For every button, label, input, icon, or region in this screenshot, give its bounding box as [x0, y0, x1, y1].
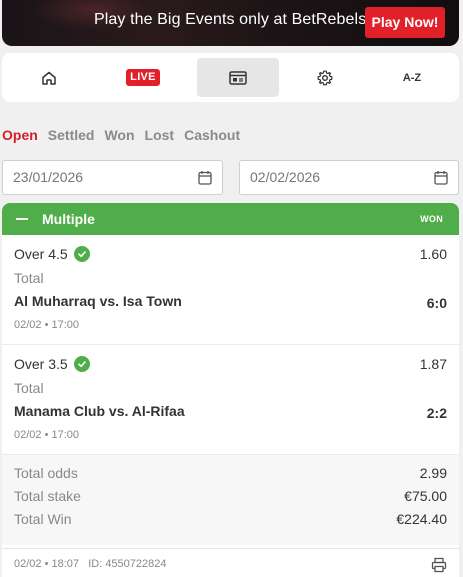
bet-type: Multiple	[42, 211, 95, 227]
print-icon[interactable]	[431, 557, 447, 573]
nav-settings[interactable]	[284, 58, 366, 97]
calendar-icon	[198, 171, 212, 185]
nav-home[interactable]	[8, 58, 90, 97]
banner-text: Play the Big Events only at BetRebels	[94, 11, 367, 28]
nav-live[interactable]: LIVE	[102, 58, 184, 97]
tab-open[interactable]: Open	[2, 127, 38, 143]
gear-icon	[317, 70, 333, 85]
match-time: 02/02 • 17:00	[14, 429, 80, 441]
collapse-icon[interactable]	[16, 218, 28, 220]
total-stake-row: Total stake €75.00	[14, 488, 447, 508]
play-now-button[interactable]: Play Now!	[365, 7, 445, 38]
date-to-value: 02/02/2026	[250, 169, 321, 185]
bet-card-header[interactable]: Multiple WON	[2, 203, 459, 235]
check-icon	[73, 246, 90, 262]
total-win-row: Total Win €224.40	[14, 511, 447, 531]
bet-summary: Total odds 2.99 Total stake €75.00 Total…	[2, 455, 459, 545]
top-navbar: LIVE A-Z	[2, 53, 459, 102]
total-win-value: €224.40	[396, 511, 447, 527]
home-icon	[42, 71, 56, 85]
selection-market: Over 4.5	[14, 246, 90, 262]
live-badge: LIVE	[126, 69, 160, 86]
az-label: A-Z	[402, 71, 422, 84]
nav-my-bets[interactable]	[197, 58, 279, 97]
selection-market: Over 3.5	[14, 356, 90, 372]
bet-meta: 02/02 • 18:07 ID: 4550722824	[14, 558, 167, 570]
match-name: Al Muharraq vs. Isa Town	[14, 293, 182, 309]
match-score: 2:2	[426, 405, 447, 421]
betslip-icon	[229, 70, 247, 85]
date-to-input[interactable]: 02/02/2026	[239, 160, 459, 195]
market-name: Over 4.5	[14, 246, 68, 262]
market-name: Over 3.5	[14, 356, 68, 372]
tab-settled[interactable]: Settled	[48, 127, 95, 143]
bet-id: ID: 4550722824	[88, 558, 167, 570]
selection-odds: 1.87	[419, 356, 447, 372]
nav-az[interactable]: A-Z	[371, 58, 453, 97]
tab-lost[interactable]: Lost	[145, 127, 175, 143]
match-name: Manama Club vs. Al-Rifaa	[14, 403, 185, 419]
total-odds-value: 2.99	[419, 465, 447, 481]
check-icon	[73, 356, 90, 372]
selection-label: Total	[14, 380, 44, 396]
total-stake-label: Total stake	[14, 488, 81, 504]
status-badge: WON	[420, 214, 443, 224]
total-odds-row: Total odds 2.99	[14, 465, 447, 485]
date-from-input[interactable]: 23/01/2026	[2, 160, 223, 195]
bet-datetime: 02/02 • 18:07	[14, 558, 80, 570]
total-win-label: Total Win	[14, 511, 72, 527]
total-odds-label: Total odds	[14, 465, 78, 481]
tab-cashout[interactable]: Cashout	[184, 127, 240, 143]
bet-footer: 02/02 • 18:07 ID: 4550722824	[2, 548, 459, 577]
total-stake-value: €75.00	[404, 488, 447, 504]
calendar-icon	[434, 171, 448, 185]
bet-status-tabs: Open Settled Won Lost Cashout	[2, 127, 250, 143]
selection-row: Over 4.5 1.60 Total Al Muharraq vs. Isa …	[2, 235, 459, 345]
match-time: 02/02 • 17:00	[14, 319, 80, 331]
selection-row: Over 3.5 1.87 Total Manama Club vs. Al-R…	[2, 345, 459, 455]
bet-card: Multiple WON Over 4.5 1.60 Total Al Muha…	[2, 203, 459, 577]
match-score: 6:0	[426, 295, 447, 311]
promo-banner[interactable]: Play the Big Events only at BetRebels Pl…	[2, 0, 459, 46]
selection-odds: 1.60	[419, 246, 447, 262]
selection-label: Total	[14, 270, 44, 286]
date-from-value: 23/01/2026	[13, 169, 84, 185]
tab-won[interactable]: Won	[104, 127, 134, 143]
